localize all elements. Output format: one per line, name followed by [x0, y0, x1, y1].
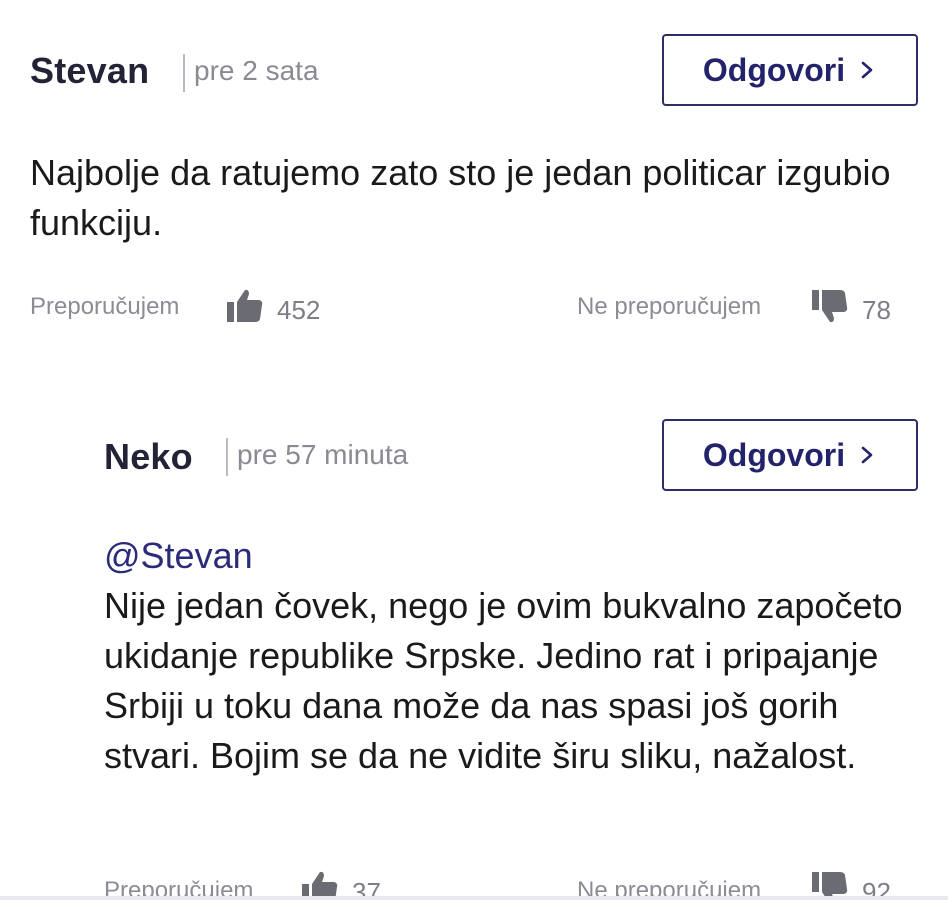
comment-time: pre 57 minuta: [237, 439, 409, 470]
comment-time: pre 2 sata: [194, 55, 319, 86]
recommend-label: Preporučujem: [30, 293, 180, 320]
mention-link[interactable]: @Stevan: [104, 531, 904, 581]
recommend-count: 452: [277, 295, 321, 325]
not-recommend-count: 78: [862, 295, 891, 325]
comment-reply: Neko pre 57 minuta Odgovori @Stevan Nije…: [0, 400, 948, 900]
reply-button[interactable]: Odgovori: [662, 34, 918, 106]
bottom-divider: [0, 896, 948, 900]
thumbs-down-icon[interactable]: [810, 286, 850, 326]
comment-author[interactable]: Neko: [104, 436, 193, 478]
divider: [183, 54, 185, 92]
comment-text: Najbolje da ratujemo zato sto je jedan p…: [30, 152, 891, 243]
thumbs-up-icon[interactable]: [225, 286, 265, 326]
comment-text: Nije jedan čovek, nego je ovim bukvalno …: [104, 585, 903, 776]
comment-body: @Stevan Nije jedan čovek, nego je ovim b…: [104, 531, 904, 781]
chevron-right-icon: [861, 446, 873, 464]
comment-author[interactable]: Stevan: [30, 50, 149, 92]
reply-button[interactable]: Odgovori: [662, 419, 918, 491]
not-recommend-label: Ne preporučujem: [577, 293, 762, 320]
reply-button-label: Odgovori: [702, 51, 846, 88]
reply-button-label: Odgovori: [702, 436, 846, 473]
divider: [226, 438, 228, 476]
comment: Stevan pre 2 sata Odgovori Najbolje da r…: [0, 0, 948, 360]
chevron-right-icon: [861, 61, 873, 79]
